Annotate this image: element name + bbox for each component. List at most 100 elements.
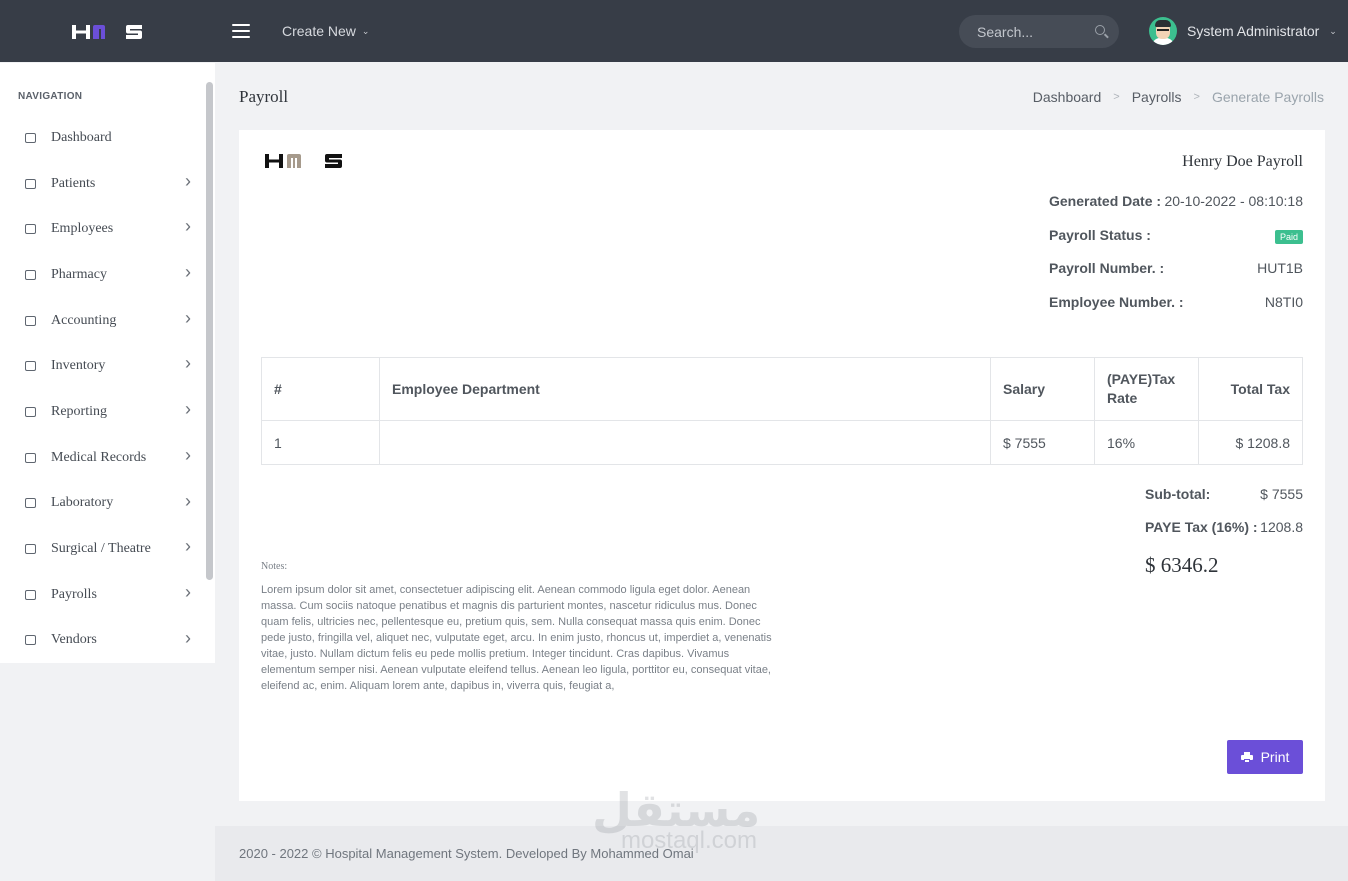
- table-cell: 16%: [1094, 420, 1199, 465]
- grand-total: $ 6346.2: [1145, 553, 1219, 577]
- sidebar-item-pharmacy[interactable]: Pharmacy ›: [0, 252, 205, 298]
- chevron-right-icon: ›: [185, 490, 191, 511]
- user-menu[interactable]: System Administrator ⌄: [1149, 17, 1337, 45]
- hms-logo-icon: [265, 154, 342, 168]
- subtotal-label: Sub-total:: [1145, 486, 1211, 502]
- search-icon[interactable]: [1095, 25, 1105, 35]
- chevron-right-icon: ›: [185, 399, 191, 420]
- breadcrumb-payrolls[interactable]: Payrolls: [1132, 89, 1182, 105]
- print-label: Print: [1260, 749, 1290, 765]
- meta-row: Payroll Status : Paid: [1049, 227, 1303, 261]
- breadcrumb-current: Generate Payrolls: [1211, 89, 1324, 105]
- nav-section-title: NAVIGATION: [18, 91, 83, 102]
- chevron-down-icon: ⌄: [361, 25, 370, 36]
- meta-row: Generated Date : 20-10-2022 - 08:10:18: [1049, 193, 1303, 227]
- tax-value: 1208.8: [1260, 519, 1303, 535]
- generated-date: 20-10-2022 - 08:10:18: [1164, 193, 1303, 209]
- table-header-row: # Employee Department Salary (PAYE)Tax R…: [261, 357, 1303, 421]
- chevron-right-icon: >: [1193, 91, 1200, 103]
- meta-label: Employee Number. :: [1049, 293, 1184, 310]
- payroll-table: # Employee Department Salary (PAYE)Tax R…: [261, 357, 1303, 465]
- search-box: [959, 15, 1119, 48]
- chevron-right-icon: ›: [185, 262, 191, 283]
- sidebar-item-label: Reporting: [51, 403, 107, 419]
- meta-label: Payroll Number. :: [1049, 260, 1165, 276]
- sidebar-item-dashboard[interactable]: Dashboard: [0, 115, 205, 161]
- notes-text: Lorem ipsum dolor sit amet, consectetuer…: [261, 584, 772, 692]
- hms-logo[interactable]: [72, 24, 142, 40]
- menu-toggle-icon[interactable]: [232, 24, 250, 38]
- sidebar-item-inventory[interactable]: Inventory ›: [0, 343, 205, 389]
- money-icon: [22, 313, 38, 329]
- column-header: #: [261, 357, 380, 421]
- chevron-right-icon: ›: [185, 170, 191, 191]
- briefcase-icon: [22, 587, 38, 603]
- pill-icon: [22, 267, 38, 283]
- sidebar: NAVIGATION Dashboard Patients › Employees › P…: [0, 63, 215, 663]
- user-name: System Administrator: [1187, 23, 1320, 39]
- chevron-right-icon: ›: [185, 353, 191, 374]
- sidebar-item-employees[interactable]: Employees ›: [0, 206, 205, 252]
- meta-label: Payroll Status :: [1049, 226, 1151, 243]
- file-icon: [22, 450, 38, 466]
- upload-icon: [22, 404, 38, 420]
- table-row: 1 $ 7555 16% $ 1208.8: [261, 420, 1303, 465]
- search-input[interactable]: [959, 15, 1079, 48]
- print-button[interactable]: Print: [1227, 740, 1303, 774]
- sidebar-item-label: Inventory: [51, 358, 106, 374]
- monitor-icon: [22, 130, 38, 146]
- status-badge: Paid: [1274, 229, 1303, 244]
- create-new-label: Create New: [282, 23, 356, 39]
- sidebar-item-vendors[interactable]: Vendors ›: [0, 618, 205, 664]
- sidebar-item-laboratory[interactable]: Laboratory ›: [0, 481, 205, 527]
- meta-row: Payroll Number. : HUT1B: [1049, 260, 1303, 294]
- chevron-down-icon: ⌄: [1329, 25, 1337, 36]
- table-cell: [379, 420, 991, 465]
- meta-row: Employee Number. : N8TI0: [1049, 294, 1303, 328]
- chevron-right-icon: ›: [185, 627, 191, 648]
- users-icon: [22, 632, 38, 648]
- chevron-right-icon: >: [1113, 91, 1120, 103]
- sidebar-item-label: Laboratory: [51, 495, 114, 511]
- create-new-dropdown[interactable]: Create New ⌄: [282, 23, 369, 39]
- totals: Sub-total: $ 7555 PAYE Tax (16%) : 1208.…: [1145, 486, 1303, 552]
- sidebar-item-label: Medical Records: [51, 449, 147, 465]
- column-header: Salary: [990, 357, 1095, 421]
- column-header: Total Tax: [1198, 357, 1303, 421]
- sidebar-item-patients[interactable]: Patients ›: [0, 161, 205, 207]
- sidebar-item-label: Accounting: [51, 312, 117, 328]
- chevron-right-icon: ›: [185, 581, 191, 602]
- footer-text: 2020 - 2022 © Hospital Management System…: [239, 846, 694, 861]
- hms-logo-icon: [72, 25, 142, 39]
- avatar: [1149, 17, 1177, 45]
- breadcrumb-dashboard[interactable]: Dashboard: [1033, 89, 1102, 105]
- payroll-heading: Henry Doe Payroll: [1182, 153, 1303, 170]
- chevron-right-icon: ›: [185, 536, 191, 557]
- sidebar-scrollbar[interactable]: [206, 82, 213, 580]
- table-cell: $ 1208.8: [1198, 420, 1303, 465]
- tax-row: PAYE Tax (16%) : 1208.8: [1145, 519, 1303, 552]
- sidebar-item-label: Patients: [51, 175, 96, 191]
- meta-label: Generated Date :: [1049, 193, 1162, 209]
- sidebar-item-payrolls[interactable]: Payrolls ›: [0, 572, 205, 618]
- sidebar-item-accounting[interactable]: Accounting ›: [0, 298, 205, 344]
- chevron-right-icon: ›: [185, 216, 191, 237]
- subtotal-row: Sub-total: $ 7555: [1145, 486, 1303, 519]
- chevron-right-icon: ›: [185, 307, 191, 328]
- subtotal-value: $ 7555: [1260, 486, 1303, 502]
- sidebar-item-surgical-theatre[interactable]: Surgical / Theatre ›: [0, 526, 205, 572]
- sidebar-item-label: Employees: [51, 221, 114, 237]
- sidebar-item-medical-records[interactable]: Medical Records ›: [0, 435, 205, 481]
- sidebar-item-label: Surgical / Theatre: [51, 541, 151, 557]
- sidebar-item-label: Pharmacy: [51, 266, 107, 282]
- flask-icon: [22, 495, 38, 511]
- payroll-card: Henry Doe Payroll Generated Date : 20-10…: [239, 130, 1325, 801]
- printer-icon: [1240, 752, 1253, 763]
- breadcrumb: Dashboard > Payrolls > Generate Payrolls: [1033, 89, 1324, 105]
- top-navbar: Create New ⌄ System Administrator ⌄: [0, 0, 1348, 62]
- sidebar-item-reporting[interactable]: Reporting ›: [0, 389, 205, 435]
- footer: 2020 - 2022 © Hospital Management System…: [215, 826, 1348, 881]
- table-cell: 1: [261, 420, 380, 465]
- nav-list: Dashboard Patients › Employees › Pharmacy › Acc…: [0, 115, 205, 663]
- column-header: (PAYE)Tax Rate: [1094, 357, 1199, 421]
